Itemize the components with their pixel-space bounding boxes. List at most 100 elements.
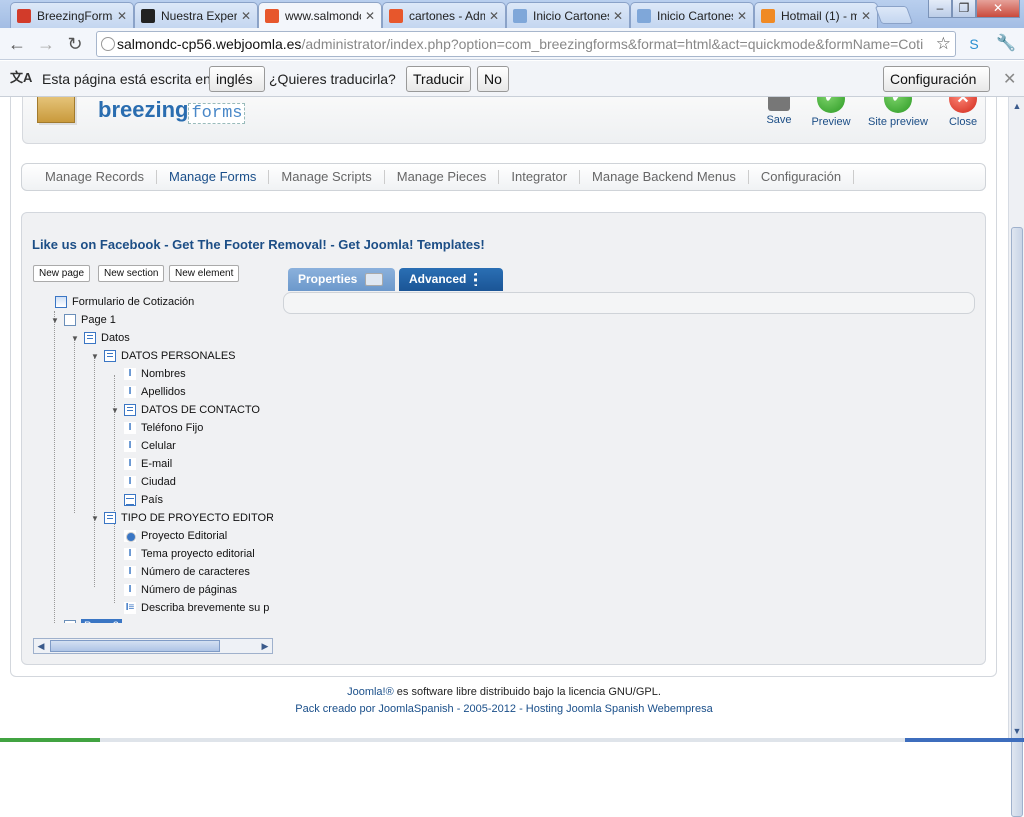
tree-toggle-icon[interactable]: ▼ — [110, 406, 120, 415]
tree-node[interactable]: ▼ TIPO DE PROYECTO EDITORIA — [90, 509, 273, 527]
wrench-menu-icon[interactable]: 🔧 — [994, 32, 1018, 56]
scroll-down-icon[interactable]: ▼ — [1011, 725, 1023, 737]
submenu-item[interactable]: Manage Records — [33, 170, 157, 184]
new-element-button[interactable]: New element — [169, 265, 240, 282]
scroll-left-icon[interactable]: ◀ — [34, 639, 48, 653]
tree-node[interactable]: ▼ Datos — [70, 329, 130, 347]
browser-tab[interactable]: Inicio Cartones ✕ — [630, 2, 754, 28]
address-bar[interactable]: salmondc-cp56.webjoomla.es/administrator… — [96, 31, 956, 57]
tree-node[interactable]: Proyecto Editorial — [110, 527, 227, 545]
tab-close-icon[interactable]: ✕ — [241, 9, 251, 23]
tree-node[interactable]: I≡ Describa brevemente su p — [110, 599, 269, 617]
tree-node-label: Teléfono Fijo — [141, 422, 204, 434]
tree-node-label: Datos — [101, 332, 130, 344]
tree-toggle-icon[interactable]: ▼ — [50, 622, 60, 624]
new-section-button[interactable]: New section — [98, 265, 165, 282]
tree-node[interactable]: I Teléfono Fijo — [110, 419, 203, 437]
browser-tab[interactable]: BreezingForms ✕ — [10, 2, 134, 28]
back-button[interactable]: ← — [5, 32, 29, 56]
tab-close-icon[interactable]: ✕ — [737, 9, 747, 23]
tree-node-label: Ciudad — [141, 476, 176, 488]
skype-extension-icon[interactable]: S — [962, 32, 986, 56]
tree-toggle-icon[interactable]: ▼ — [70, 334, 80, 343]
translate-prefix: Esta página está escrita en — [42, 71, 211, 87]
tree-toggle-icon[interactable]: ▼ — [90, 514, 100, 523]
tree-node[interactable]: ▼ Page 1 — [50, 311, 116, 329]
tree-horizontal-scrollbar[interactable]: ◀ ▶ — [33, 638, 273, 654]
tab-advanced[interactable]: Advanced — [399, 268, 503, 291]
tree-toggle-icon[interactable]: ▼ — [90, 352, 100, 361]
new-tab-button[interactable] — [874, 6, 914, 24]
tree-node[interactable]: ▼ Page 2 — [50, 617, 122, 623]
select-field-icon — [124, 494, 136, 506]
scroll-right-icon[interactable]: ▶ — [258, 639, 272, 653]
browser-tab[interactable]: cartones - Adm ✕ — [382, 2, 506, 28]
tab-properties[interactable]: Properties — [288, 268, 395, 291]
save-button[interactable]: Save — [749, 97, 809, 126]
site-preview-button[interactable]: Site preview — [865, 97, 931, 128]
text-field-icon: I — [124, 440, 136, 452]
submenu-item[interactable]: Manage Backend Menus — [580, 170, 749, 184]
joomlaspanish-link[interactable]: Pack creado por JoomlaSpanish - 2005-201… — [295, 703, 712, 715]
tree-node[interactable]: I Celular — [110, 437, 176, 455]
tree-node[interactable]: I Nombres — [110, 365, 186, 383]
browser-tab[interactable]: Nuestra Experi ✕ — [134, 2, 258, 28]
text-field-icon: I — [124, 584, 136, 596]
tree-node[interactable]: I Ciudad — [110, 473, 176, 491]
new-page-button[interactable]: New page — [33, 265, 91, 282]
close-button[interactable]: Close — [933, 97, 993, 128]
tab-close-icon[interactable]: ✕ — [365, 9, 375, 23]
window-close-button[interactable]: ✕ — [976, 0, 1020, 18]
reload-button[interactable]: ↻ — [63, 32, 87, 56]
tree-node-label: Page 2 — [81, 619, 122, 623]
submenu-item[interactable]: Manage Scripts — [269, 170, 385, 184]
tree-node[interactable]: I Tema proyecto editorial — [110, 545, 255, 563]
tab-close-icon[interactable]: ✕ — [861, 9, 871, 23]
minimize-button[interactable]: – — [928, 0, 952, 18]
tab-close-icon[interactable]: ✕ — [613, 9, 623, 23]
submenu-item[interactable]: Manage Forms — [157, 170, 270, 184]
tree-node-label: Celular — [141, 440, 176, 452]
maximize-button[interactable]: ❐ — [952, 0, 976, 18]
tree-node[interactable]: I Apellidos — [110, 383, 186, 401]
tree-node[interactable]: País — [110, 491, 163, 509]
tree-node[interactable]: Formulario de Cotización — [41, 293, 194, 311]
preview-button[interactable]: Preview — [801, 97, 861, 128]
footer-removal-link[interactable]: Get The Footer Removal! — [172, 237, 327, 252]
browser-tab[interactable]: Inicio Cartones ✕ — [506, 2, 630, 28]
scroll-up-icon[interactable]: ▲ — [1011, 100, 1023, 112]
submenu-item[interactable]: Manage Pieces — [385, 170, 500, 184]
page-vertical-scrollbar[interactable]: ▲ ▼ — [1008, 97, 1024, 817]
tree-node[interactable]: ▼ DATOS PERSONALES — [90, 347, 236, 365]
tab-close-icon[interactable]: ✕ — [489, 9, 499, 23]
browser-tab[interactable]: www.salmondc ✕ — [258, 2, 382, 28]
tab-title: cartones - Adm — [409, 8, 485, 23]
tree-node[interactable]: I Número de páginas — [110, 581, 237, 599]
tree-toggle-icon[interactable]: ▼ — [50, 316, 60, 325]
no-translate-button[interactable]: No — [477, 66, 509, 92]
joomla-link[interactable]: Joomla!® — [347, 686, 394, 698]
language-select[interactable]: inglés ▾ — [209, 66, 265, 111]
infobar-close-icon[interactable]: ✕ — [1003, 69, 1016, 89]
breezingforms-box-logo — [37, 97, 75, 123]
translate-settings-select[interactable]: Configuración ▾ — [883, 66, 990, 111]
tree-node[interactable]: ▼ DATOS DE CONTACTO — [110, 401, 260, 419]
tree-node[interactable]: I E-mail — [110, 455, 172, 473]
translate-button[interactable]: Traducir — [406, 66, 471, 92]
blank-icon — [513, 8, 527, 23]
page-icon — [64, 314, 76, 326]
tab-title: www.salmondc — [285, 8, 361, 23]
text-field-icon: I — [124, 566, 136, 578]
tree-node[interactable]: I Número de caracteres — [110, 563, 250, 581]
templates-link[interactable]: Get Joomla! Templates! — [338, 237, 484, 252]
forward-button[interactable]: → — [34, 32, 58, 56]
submenu-item[interactable]: Configuración — [749, 170, 855, 184]
breezingforms-icon — [17, 8, 31, 23]
tab-title: BreezingForms — [37, 8, 113, 23]
submenu-item[interactable]: Integrator — [499, 170, 581, 184]
facebook-link[interactable]: Like us on Facebook — [32, 237, 161, 252]
scrollbar-thumb[interactable] — [50, 640, 220, 652]
bookmark-star-icon[interactable]: ☆ — [936, 34, 951, 54]
browser-tab[interactable]: Hotmail (1) - ma ✕ — [754, 2, 878, 28]
tab-close-icon[interactable]: ✕ — [117, 9, 127, 23]
